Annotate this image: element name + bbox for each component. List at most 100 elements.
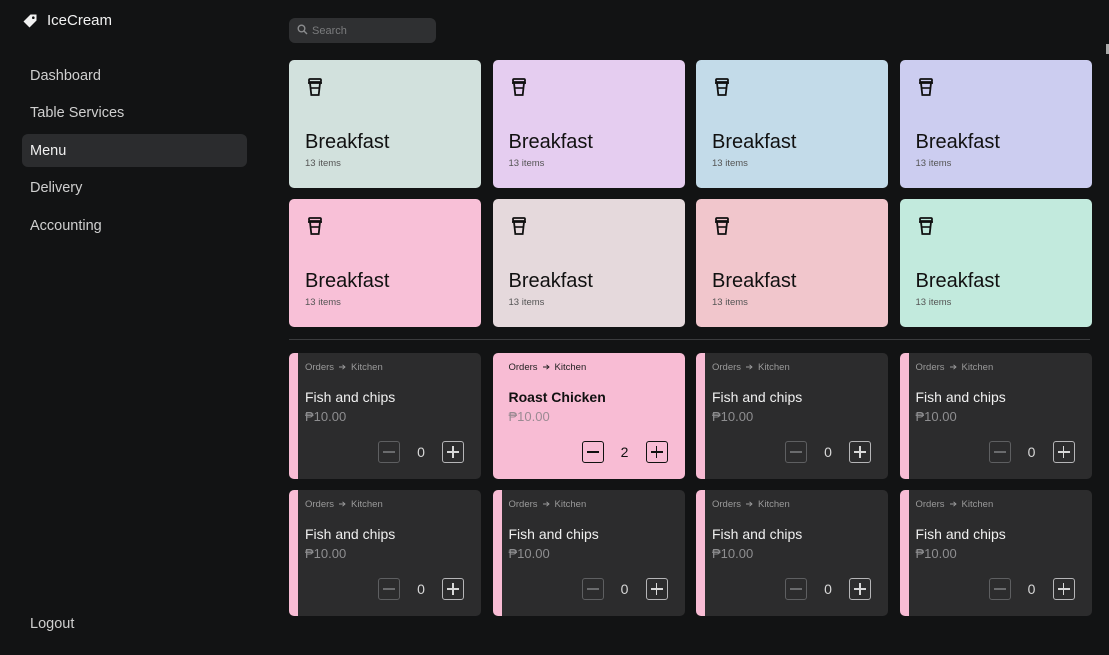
increment-button[interactable] xyxy=(645,578,668,600)
order-card[interactable]: Orders Kitchen Fish and chips ₱10.00 0 xyxy=(492,490,685,616)
quantity-value: 0 xyxy=(1027,581,1036,597)
order-card[interactable]: Orders Kitchen Roast Chicken ₱10.00 2 xyxy=(492,353,685,479)
category-title: Breakfast xyxy=(305,269,390,292)
search-icon xyxy=(297,22,308,40)
dish-name: Fish and chips xyxy=(712,389,803,405)
decrement-button[interactable] xyxy=(988,578,1011,600)
category-card[interactable]: Breakfast 13 items xyxy=(899,60,1092,188)
cup-icon xyxy=(306,78,324,102)
status-stripe xyxy=(289,353,298,479)
cup-icon xyxy=(510,216,528,241)
decrement-button[interactable] xyxy=(988,441,1011,463)
increment-button[interactable] xyxy=(1052,578,1075,600)
increment-button[interactable] xyxy=(442,578,464,600)
quantity-value: 2 xyxy=(620,444,629,460)
search-bar[interactable] xyxy=(289,18,436,43)
brand-name: IceCream xyxy=(47,12,113,29)
arrow-right-icon xyxy=(542,499,550,510)
arrow-right-icon xyxy=(746,499,753,510)
quantity-stepper: 0 xyxy=(785,441,871,463)
category-title: Breakfast xyxy=(508,269,593,292)
status-stripe xyxy=(899,490,909,616)
logout-button[interactable]: Logout xyxy=(30,616,74,632)
decrement-button[interactable] xyxy=(785,441,807,463)
sidebar-item-dashboard[interactable]: Dashboard xyxy=(22,59,247,92)
category-card[interactable]: Breakfast 13 items xyxy=(696,60,888,188)
search-input[interactable] xyxy=(312,24,427,37)
dish-price: ₱10.00 xyxy=(305,409,347,424)
quantity-stepper: 0 xyxy=(988,578,1075,600)
quantity-stepper: 0 xyxy=(581,578,668,600)
decrement-button[interactable] xyxy=(785,578,807,600)
category-card[interactable]: Breakfast 13 items xyxy=(289,198,481,327)
breadcrumb-from: Orders xyxy=(305,362,335,373)
sidebar-item-label: Dashboard xyxy=(30,67,101,84)
breadcrumb: Orders Kitchen xyxy=(305,499,383,510)
quantity-stepper: 0 xyxy=(378,578,464,600)
dish-name: Fish and chips xyxy=(915,389,1006,405)
dish-name: Fish and chips xyxy=(508,526,599,542)
cup-icon xyxy=(510,78,528,102)
arrow-right-icon xyxy=(949,362,957,373)
sidebar-item-accounting[interactable]: Accounting xyxy=(22,209,247,242)
quantity-stepper: 2 xyxy=(581,441,668,463)
sidebar: IceCream Dashboard Table Services Menu D… xyxy=(0,0,265,655)
order-card[interactable]: Orders Kitchen Fish and chips ₱10.00 0 xyxy=(289,353,481,479)
breadcrumb: Orders Kitchen xyxy=(305,362,383,373)
category-card[interactable]: Breakfast 13 items xyxy=(696,198,888,327)
category-title: Breakfast xyxy=(915,131,1000,153)
breadcrumb-from: Orders xyxy=(712,362,742,373)
sidebar-item-delivery[interactable]: Delivery xyxy=(22,172,247,205)
sidebar-item-menu[interactable]: Menu xyxy=(22,134,247,167)
dish-name: Fish and chips xyxy=(712,526,803,542)
arrow-right-icon xyxy=(746,362,753,373)
quantity-value: 0 xyxy=(620,581,629,597)
category-title: Breakfast xyxy=(305,131,390,153)
quantity-value: 0 xyxy=(824,444,832,460)
decrement-button[interactable] xyxy=(581,578,604,600)
category-card[interactable]: Breakfast 13 items xyxy=(492,60,685,188)
dish-price: ₱10.00 xyxy=(508,409,550,424)
category-card[interactable]: Breakfast 13 items xyxy=(899,198,1092,327)
breadcrumb-from: Orders xyxy=(508,362,538,373)
sidebar-item-table-services[interactable]: Table Services xyxy=(22,97,247,130)
category-item-count: 13 items xyxy=(305,158,341,169)
category-title: Breakfast xyxy=(712,131,797,153)
decrement-button[interactable] xyxy=(378,578,400,600)
status-stripe xyxy=(899,353,909,479)
increment-button[interactable] xyxy=(442,441,464,463)
category-card[interactable]: Breakfast 13 items xyxy=(492,198,685,327)
increment-button[interactable] xyxy=(645,441,668,463)
category-title: Breakfast xyxy=(915,269,1000,292)
breadcrumb-to: Kitchen xyxy=(554,499,587,510)
order-card[interactable]: Orders Kitchen Fish and chips ₱10.00 0 xyxy=(696,353,888,479)
order-card[interactable]: Orders Kitchen Fish and chips ₱10.00 0 xyxy=(696,490,888,616)
status-stripe xyxy=(696,490,705,616)
breadcrumb-from: Orders xyxy=(915,362,945,373)
order-grid: Orders Kitchen Fish and chips ₱10.00 0 Orders… xyxy=(289,353,1092,616)
breadcrumb-from: Orders xyxy=(305,499,335,510)
breadcrumb-to: Kitchen xyxy=(554,362,587,373)
breadcrumb: Orders Kitchen xyxy=(916,499,994,510)
cup-icon xyxy=(917,78,935,102)
decrement-button[interactable] xyxy=(581,441,604,463)
cup-icon xyxy=(917,216,935,241)
order-card[interactable]: Orders Kitchen Fish and chips ₱10.00 0 xyxy=(899,490,1092,616)
category-card[interactable]: Breakfast 13 items xyxy=(289,60,481,188)
dish-name: Roast Chicken xyxy=(508,389,606,405)
order-card[interactable]: Orders Kitchen Fish and chips ₱10.00 0 xyxy=(899,353,1092,479)
cup-icon xyxy=(713,78,731,102)
quantity-stepper: 0 xyxy=(378,441,464,463)
cup-icon xyxy=(306,216,324,241)
dish-price: ₱10.00 xyxy=(712,409,754,424)
brand[interactable]: IceCream xyxy=(22,12,112,29)
decrement-button[interactable] xyxy=(378,441,400,463)
increment-button[interactable] xyxy=(1052,441,1075,463)
increment-button[interactable] xyxy=(849,578,871,600)
sidebar-item-label: Menu xyxy=(30,142,67,159)
category-title: Breakfast xyxy=(712,269,797,292)
arrow-right-icon xyxy=(339,499,346,510)
quantity-stepper: 0 xyxy=(785,578,871,600)
increment-button[interactable] xyxy=(849,441,871,463)
order-card[interactable]: Orders Kitchen Fish and chips ₱10.00 0 xyxy=(289,490,481,616)
